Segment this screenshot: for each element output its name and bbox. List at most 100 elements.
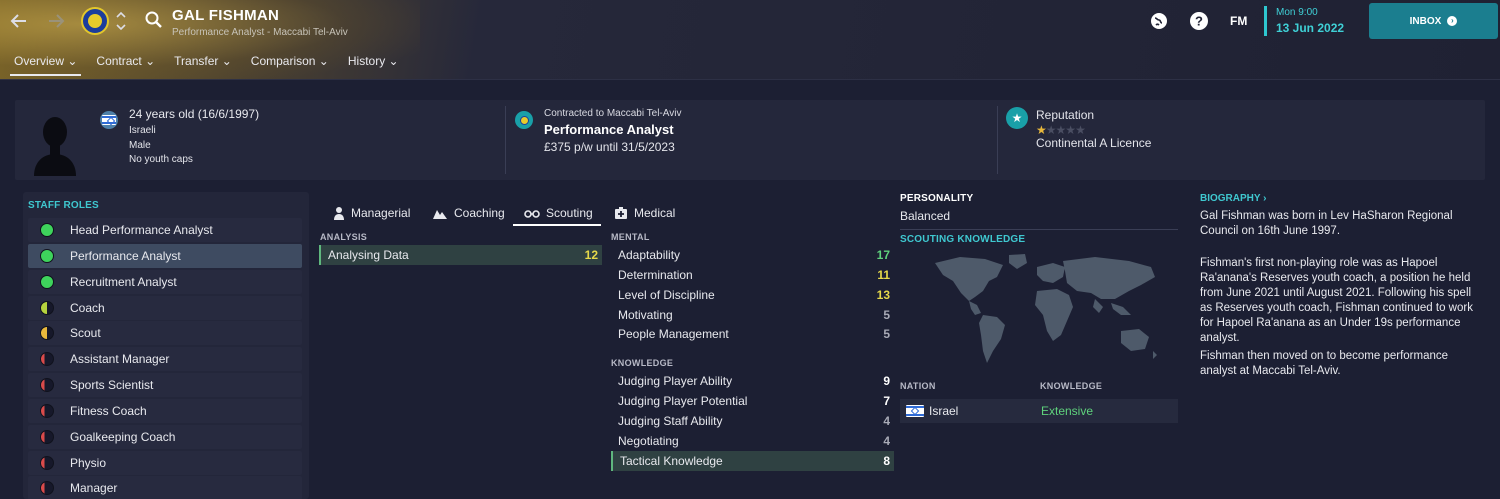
attribute-value: 7 <box>883 394 890 408</box>
attribute-name: Adaptability <box>618 248 681 262</box>
attribute-row[interactable]: Level of Discipline 13 <box>611 285 894 305</box>
tab-medical[interactable]: Medical <box>614 200 675 226</box>
attribute-value: 9 <box>883 374 890 388</box>
attribute-value: 4 <box>883 414 890 428</box>
inbox-button[interactable]: INBOX › <box>1369 3 1498 39</box>
contract-label[interactable]: Contracted to Maccabi Tel-Aviv <box>544 108 681 119</box>
attribute-value: 11 <box>877 268 890 282</box>
attribute-row[interactable]: Negotiating 4 <box>611 431 894 451</box>
attribute-name: Motivating <box>618 308 673 322</box>
coaching-icon <box>433 210 447 219</box>
coaching-licence: Continental A Licence <box>1036 136 1152 150</box>
staff-role-label: Performance Analyst <box>70 249 181 263</box>
staff-role-label: Assistant Manager <box>70 352 170 366</box>
tab-scouting[interactable]: Scouting <box>524 200 593 226</box>
staff-role-label: Head Performance Analyst <box>70 223 213 237</box>
attribute-row[interactable]: Analysing Data 12 <box>319 245 602 265</box>
attribute-row[interactable]: Judging Staff Ability 4 <box>611 411 894 431</box>
table-row[interactable]: Israel Extensive <box>900 399 1178 423</box>
attribute-row[interactable]: Judging Player Ability 9 <box>611 371 894 391</box>
staff-role-row[interactable]: Sports Scientist <box>28 373 302 397</box>
staff-role-label: Manager <box>70 481 118 495</box>
suitability-indicator-icon <box>40 352 54 366</box>
biography-heading[interactable]: BIOGRAPHY › <box>1200 193 1267 204</box>
world-icon[interactable] <box>1149 11 1169 31</box>
attribute-name: People Management <box>618 327 729 341</box>
analysis-heading: ANALYSIS <box>320 232 368 242</box>
staff-role-row[interactable]: Scout <box>28 321 302 345</box>
tab-comparison[interactable]: Comparison ⌄ <box>243 51 337 77</box>
forward-arrow-icon[interactable] <box>45 10 67 32</box>
tab-managerial[interactable]: Managerial <box>333 200 410 226</box>
attribute-name: Analysing Data <box>328 248 409 262</box>
attribute-row[interactable]: Motivating 5 <box>611 305 894 325</box>
contract-wage: £375 p/w until 31/5/2023 <box>544 140 675 154</box>
suitability-indicator-icon <box>40 301 54 315</box>
divider <box>997 106 998 174</box>
attribute-value: 5 <box>883 308 890 322</box>
staff-role-row[interactable]: Assistant Manager <box>28 347 302 371</box>
suitability-indicator-icon <box>40 223 54 237</box>
tab-transfer[interactable]: Transfer ⌄ <box>166 51 240 77</box>
tab-scouting-label: Scouting <box>546 206 593 220</box>
inbox-arrow-icon: › <box>1447 16 1458 26</box>
nation-column-header: NATION <box>900 381 936 391</box>
tab-history[interactable]: History ⌄ <box>340 51 407 77</box>
attribute-value: 5 <box>883 327 890 341</box>
staff-role-label: Fitness Coach <box>70 404 147 418</box>
fm-logo[interactable]: FM <box>1230 14 1247 28</box>
back-arrow-icon[interactable] <box>8 10 30 32</box>
attribute-name: Judging Staff Ability <box>618 414 723 428</box>
suitability-indicator-icon <box>40 481 54 495</box>
tab-contract[interactable]: Contract ⌄ <box>88 51 163 77</box>
page-subtitle: Performance Analyst - Maccabi Tel-Aviv <box>172 27 348 38</box>
reputation-stars: ★★★★★ <box>1036 123 1086 137</box>
medical-icon <box>615 207 627 219</box>
attribute-value: 12 <box>584 248 598 262</box>
reputation-label: Reputation <box>1036 108 1095 122</box>
age-line: 24 years old (16/6/1997) <box>129 107 260 121</box>
attribute-name: Level of Discipline <box>618 288 715 302</box>
scouting-knowledge-heading: SCOUTING KNOWLEDGE <box>900 234 1026 245</box>
club-stepper-icon[interactable] <box>115 7 127 35</box>
svg-text:?: ? <box>1195 14 1203 29</box>
attribute-row[interactable]: Adaptability 17 <box>611 245 894 265</box>
divider <box>900 229 1178 230</box>
tab-bar: Overview ⌄ Contract ⌄ Transfer ⌄ Compari… <box>6 51 410 77</box>
club-badge-icon[interactable] <box>81 7 109 35</box>
staff-role-row[interactable]: Recruitment Analyst <box>28 270 302 294</box>
help-icon[interactable]: ? <box>1189 11 1209 31</box>
staff-role-row[interactable]: Physio <box>28 451 302 475</box>
attribute-value: 8 <box>883 454 890 468</box>
attribute-name: Judging Player Ability <box>618 374 733 388</box>
attribute-value: 13 <box>876 288 890 302</box>
israel-flag-icon <box>906 405 924 417</box>
staff-role-label: Coach <box>70 301 105 315</box>
attribute-row[interactable]: Tactical Knowledge 8 <box>611 451 894 471</box>
suitability-indicator-icon <box>40 456 54 470</box>
staff-role-row[interactable]: Head Performance Analyst <box>28 218 302 242</box>
game-date[interactable]: 13 Jun 2022 <box>1276 21 1344 35</box>
staff-role-row[interactable]: Fitness Coach <box>28 399 302 423</box>
attribute-row[interactable]: Judging Player Potential 7 <box>611 391 894 411</box>
staff-role-row[interactable]: Coach <box>28 296 302 320</box>
staff-role-label: Physio <box>70 456 107 470</box>
suitability-indicator-icon <box>40 404 54 418</box>
mental-heading: MENTAL <box>611 232 650 242</box>
tab-coaching[interactable]: Coaching <box>432 200 505 226</box>
staff-role-row[interactable]: Performance Analyst <box>28 244 302 268</box>
staff-role-label: Recruitment Analyst <box>70 275 177 289</box>
attribute-name: Negotiating <box>618 434 679 448</box>
managerial-icon <box>334 207 344 220</box>
page-title: GAL FISHMAN <box>172 7 280 24</box>
attribute-row[interactable]: Determination 11 <box>611 265 894 285</box>
staff-role-row[interactable]: Manager <box>28 476 302 499</box>
attribute-row[interactable]: People Management 5 <box>611 324 894 344</box>
search-icon[interactable] <box>143 9 165 31</box>
staff-role-row[interactable]: Goalkeeping Coach <box>28 425 302 449</box>
reputation-star-icon: ★ <box>1075 123 1086 137</box>
tab-overview[interactable]: Overview ⌄ <box>6 51 85 77</box>
attribute-name: Judging Player Potential <box>618 394 748 408</box>
attribute-value: 4 <box>883 434 890 448</box>
knowledge-heading: KNOWLEDGE <box>611 358 674 368</box>
